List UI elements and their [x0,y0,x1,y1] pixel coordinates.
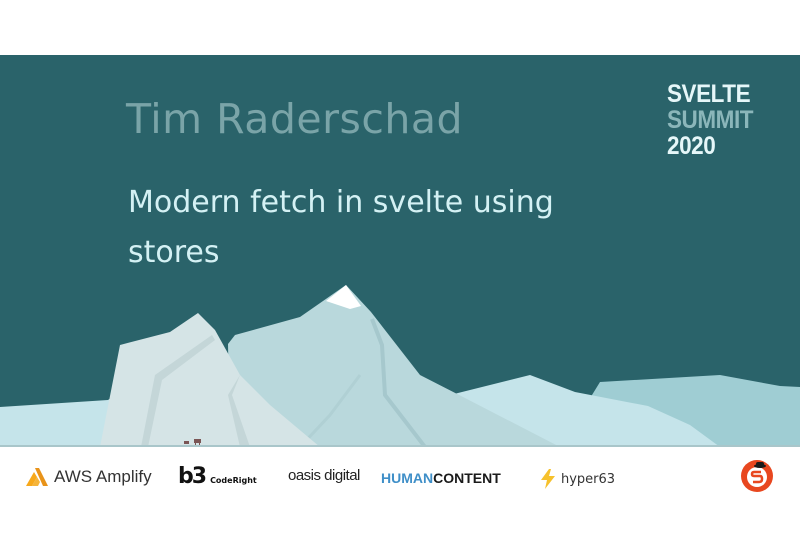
brand-line-1: SVELTE [667,80,751,108]
sponsor-coderight: b3 CodeRight [178,464,257,489]
content-label: CONTENT [433,470,501,486]
sponsor-oasis-digital: oasis digital [288,467,360,484]
human-label: HUMAN [381,470,434,486]
svelte-summit-logo: SVELTE SUMMIT 2020 [667,81,753,159]
sponsor-hyper63: hyper63 [541,469,615,489]
speaker-name: Tim Raderschad [126,95,464,143]
back-hill-left [0,395,115,447]
aws-amplify-label: AWS Amplify [54,467,152,486]
brand-line-2: SUMMIT [667,106,754,134]
aws-amplify-logo-icon [26,468,48,486]
sponsor-svelte-society [740,459,774,493]
sponsor-bar: AWS Amplify b3 CodeRight oasis digital H… [0,447,800,512]
coderight-label: CodeRight [210,476,257,485]
lightning-bolt-icon [541,469,555,489]
sponsor-aws-amplify: AWS Amplify [26,467,152,487]
title-slide: Tim Raderschad Modern fetch in svelte us… [0,55,800,447]
sponsor-human-content: HUMAN CONTENT [381,470,501,486]
talk-title: Modern fetch in svelte using stores [128,185,554,270]
oasis-digital-label: oasis digital [288,467,360,484]
coderight-mark: b3 [178,464,207,489]
brand-line-3: 2020 [667,132,716,160]
svelte-society-badge-icon [741,460,773,492]
hyper63-label: hyper63 [561,471,616,487]
